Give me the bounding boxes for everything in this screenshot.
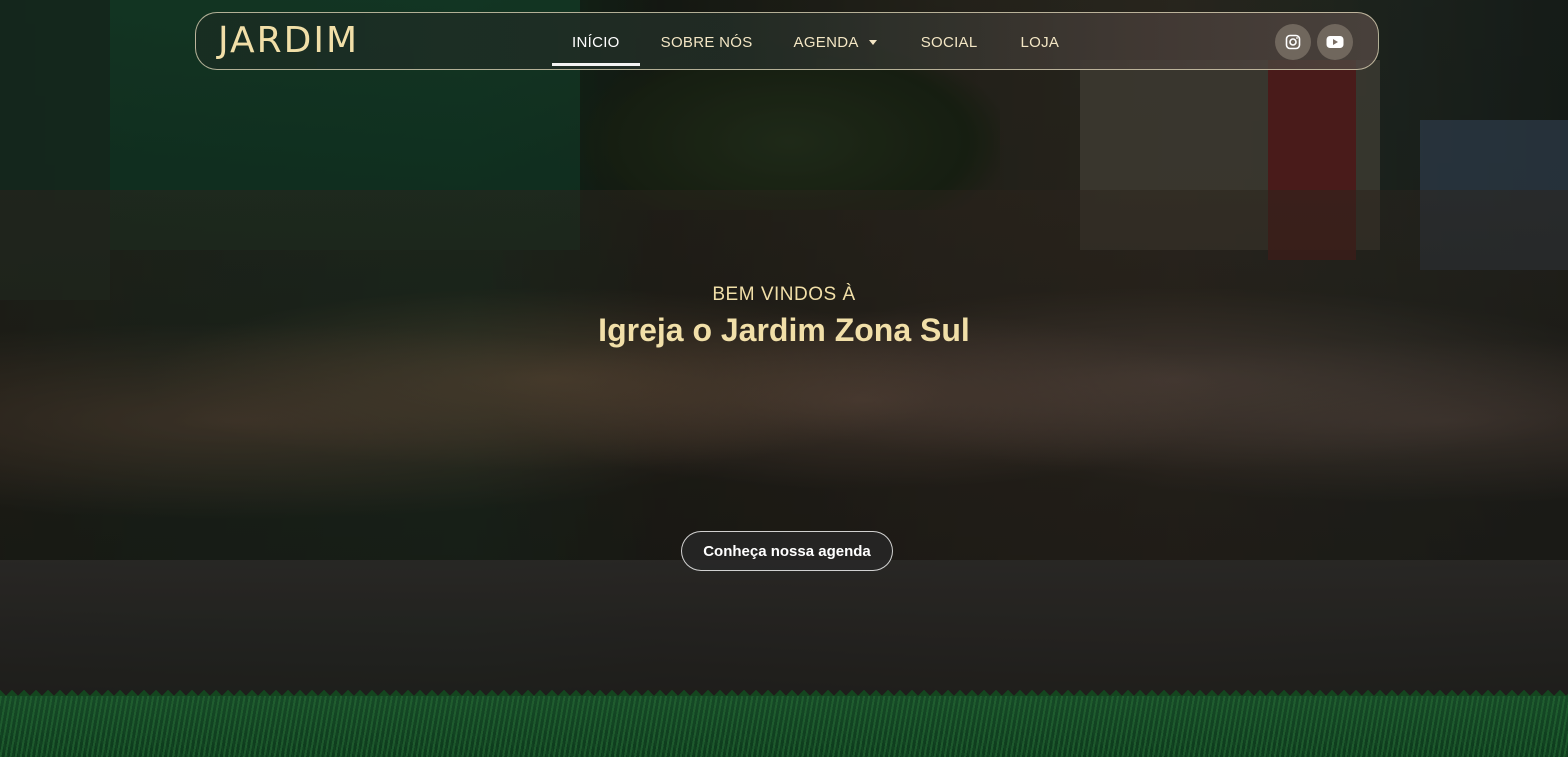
nav-item-label: LOJA [1020, 33, 1060, 51]
chevron-down-icon [868, 39, 877, 45]
nav-item-social[interactable]: SOCIAL [921, 13, 978, 71]
nav-item-label: INÍCIO [572, 33, 620, 51]
youtube-icon [1326, 36, 1344, 48]
instagram-icon [1285, 34, 1301, 50]
hero-dark-overlay [0, 0, 1568, 700]
nav-item-label: SOCIAL [920, 33, 978, 51]
grass-strip [0, 696, 1568, 757]
nav-item-agenda[interactable]: AGENDA [794, 13, 877, 71]
nav-item-inicio[interactable]: INÍCIO [552, 13, 640, 71]
agenda-cta-button[interactable]: Conheça nossa agenda [681, 531, 893, 571]
nav-item-loja[interactable]: LOJA [1021, 13, 1060, 71]
nav-item-sobre-nos[interactable]: SOBRE NÓS [661, 13, 753, 71]
nav-item-label: SOBRE NÓS [660, 33, 753, 51]
instagram-button[interactable] [1275, 24, 1311, 60]
top-navbar: JARDIM INÍCIO SOBRE NÓS AGENDA SOCIAL LO… [195, 12, 1379, 70]
site-logo[interactable]: JARDIM [218, 21, 359, 61]
social-links [1275, 24, 1353, 60]
nav-links: INÍCIO SOBRE NÓS AGENDA SOCIAL LOJA [552, 13, 1060, 71]
hero-kicker: BEM VINDOS À [712, 284, 856, 305]
hero-title: Igreja o Jardim Zona Sul [598, 312, 970, 348]
hero-background-photo [0, 0, 1568, 700]
youtube-button[interactable] [1317, 24, 1353, 60]
nav-item-label: AGENDA [793, 33, 859, 51]
